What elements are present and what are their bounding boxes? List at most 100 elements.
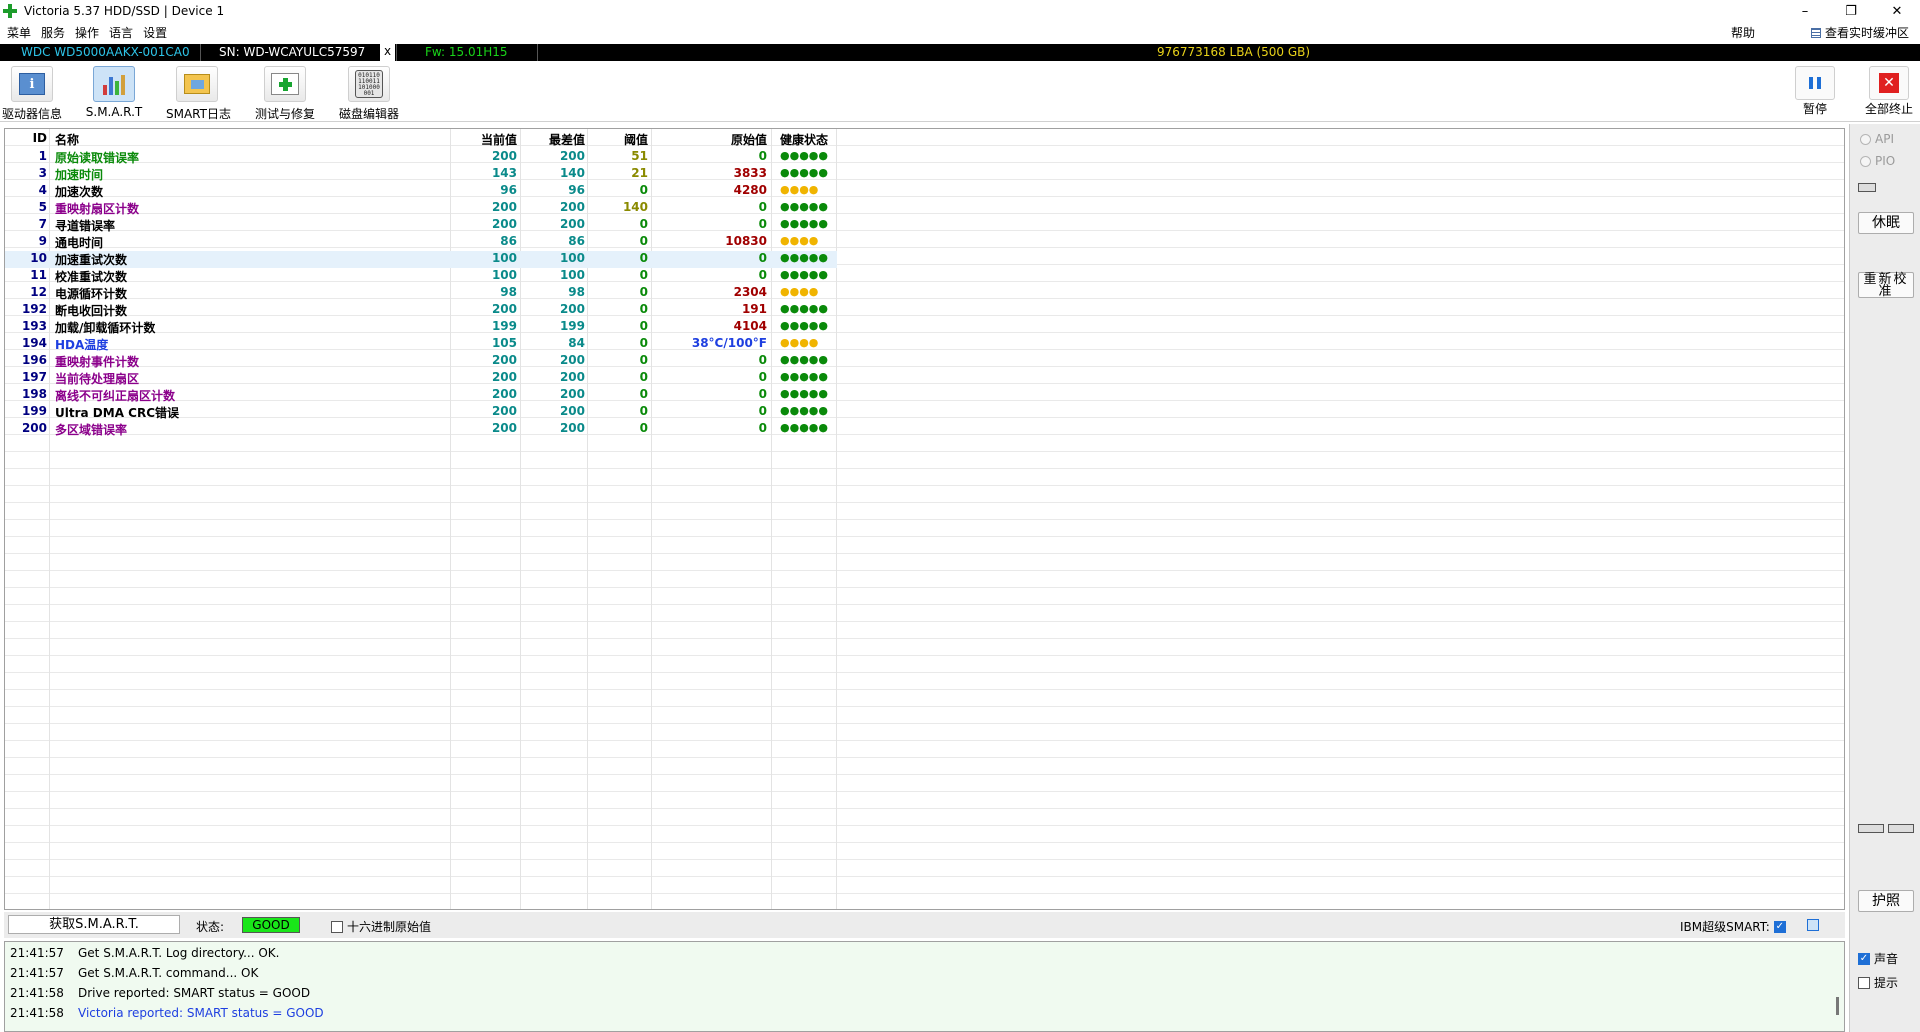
table-row[interactable]: 192 断电收回计数 200 200 0 191 ●●●●● bbox=[5, 302, 837, 319]
cell-id: 198 bbox=[21, 387, 47, 401]
hints-checkbox[interactable]: 提示 bbox=[1858, 974, 1898, 991]
small-panel-button[interactable] bbox=[1858, 183, 1876, 192]
cell-id: 192 bbox=[21, 302, 47, 316]
cell-id: 7 bbox=[38, 217, 47, 231]
header-id[interactable]: ID bbox=[11, 131, 47, 145]
cell-health: ●●●●● bbox=[780, 404, 828, 417]
api-radio[interactable]: API bbox=[1860, 132, 1894, 146]
table-header: ID 名称 当前值 最差值 阈值 原始值 健康状态 bbox=[5, 131, 837, 149]
cell-name: HDA温度 bbox=[55, 338, 109, 352]
log-time: 21:41:58 bbox=[10, 986, 64, 1000]
menu-language[interactable]: 语言 bbox=[104, 24, 138, 41]
menu-actions[interactable]: 操作 bbox=[70, 24, 104, 41]
stop-all-button[interactable]: ✕ 全部终止 bbox=[1862, 66, 1916, 117]
cell-current: 86 bbox=[500, 234, 517, 248]
disk-editor-label: 磁盘编辑器 bbox=[338, 107, 399, 121]
table-row[interactable]: 194 HDA温度 105 84 0 38°C/100°F ●●●● bbox=[5, 336, 837, 353]
cell-worst: 200 bbox=[559, 302, 585, 316]
radio-icon bbox=[1860, 133, 1871, 145]
minimize-button[interactable]: – bbox=[1782, 0, 1828, 22]
menu-service[interactable]: 服务 bbox=[36, 24, 70, 41]
cell-threshold: 140 bbox=[622, 200, 648, 214]
table-row[interactable]: 193 加载/卸载循环计数 199 199 0 4104 ●●●●● bbox=[5, 319, 837, 336]
cell-id: 5 bbox=[38, 200, 47, 214]
checkbox-checked-icon: ✓ bbox=[1773, 920, 1786, 933]
table-row[interactable]: 3 加速时间 143 140 21 3833 ●●●●● bbox=[5, 166, 837, 183]
cell-raw: 0 bbox=[758, 251, 767, 265]
table-row[interactable]: 11 校准重试次数 100 100 0 0 ●●●●● bbox=[5, 268, 837, 285]
device-close-button[interactable]: x bbox=[380, 44, 395, 61]
header-threshold[interactable]: 阈值 bbox=[588, 131, 648, 148]
table-row[interactable]: 200 多区域错误率 200 200 0 0 ●●●●● bbox=[5, 421, 837, 438]
smart-button[interactable]: S.M.A.R.T bbox=[84, 66, 144, 119]
menu-main[interactable]: 菜单 bbox=[2, 24, 36, 41]
header-raw[interactable]: 原始值 bbox=[653, 131, 767, 148]
smart-log-button[interactable]: SMART日志 bbox=[166, 66, 231, 122]
sleep-button[interactable]: 休眠 bbox=[1858, 212, 1914, 234]
hex-raw-checkbox[interactable]: 十六进制原始值 bbox=[331, 918, 431, 935]
table-row[interactable]: 197 当前待处理扇区 200 200 0 0 ●●●●● bbox=[5, 370, 837, 387]
header-name[interactable]: 名称 bbox=[55, 131, 79, 148]
ibm-options-button[interactable] bbox=[1807, 919, 1819, 931]
cell-health: ●●●●● bbox=[780, 251, 828, 264]
log-scrollbar[interactable] bbox=[1836, 997, 1839, 1015]
test-repair-label: 测试与修复 bbox=[254, 107, 315, 121]
menu-settings[interactable]: 设置 bbox=[138, 24, 172, 41]
menu-help[interactable]: 帮助 bbox=[1731, 24, 1755, 41]
test-repair-button[interactable]: 测试与修复 bbox=[254, 66, 316, 122]
cell-id: 193 bbox=[21, 319, 47, 333]
table-row[interactable]: 199 Ultra DMA CRC错误 200 200 0 0 ●●●●● bbox=[5, 404, 837, 421]
cell-id: 196 bbox=[21, 353, 47, 367]
cell-name: 重映射扇区计数 bbox=[55, 202, 140, 216]
table-row[interactable]: 198 离线不可纠正扇区计数 200 200 0 0 ●●●●● bbox=[5, 387, 837, 404]
log-line: 21:41:57 Get S.M.A.R.T. Log directory... … bbox=[10, 946, 279, 960]
maximize-button[interactable]: ❐ bbox=[1828, 0, 1874, 22]
cell-name: 离线不可纠正扇区计数 bbox=[55, 389, 176, 403]
passport-button[interactable]: 护照 bbox=[1858, 890, 1914, 912]
cell-id: 199 bbox=[21, 404, 47, 418]
api-label: API bbox=[1875, 132, 1894, 146]
cell-health: ●●●● bbox=[780, 336, 819, 349]
table-row[interactable]: 1 原始读取错误率 200 200 51 0 ●●●●● bbox=[5, 149, 837, 166]
smart-table[interactable]: ID 名称 当前值 最差值 阈值 原始值 健康状态 1 原始读取错误率 200 200… bbox=[4, 128, 1845, 910]
menu-bar: 菜单 服务 操作 语言 设置 bbox=[0, 22, 1920, 42]
device-model[interactable]: WDC WD5000AAKX-001CA0 bbox=[21, 45, 190, 59]
drive-info-button[interactable]: i 驱动器信息 bbox=[2, 66, 62, 122]
cell-current: 105 bbox=[491, 336, 517, 350]
disk-editor-button[interactable]: 010110 110011 101000 001 磁盘编辑器 bbox=[338, 66, 400, 122]
sound-checkbox[interactable]: ✓ 声音 bbox=[1858, 950, 1898, 967]
cell-name: 寻道错误率 bbox=[55, 219, 116, 233]
table-row[interactable]: 10 加速重试次数 100 100 0 0 ●●●●● bbox=[5, 251, 837, 268]
table-row[interactable]: 196 重映射事件计数 200 200 0 0 ●●●●● bbox=[5, 353, 837, 370]
status-badge: GOOD bbox=[242, 917, 300, 933]
cell-current: 199 bbox=[491, 319, 517, 333]
view-buffer-link[interactable]: 查看实时缓冲区 bbox=[1811, 24, 1909, 41]
close-window-button[interactable]: ✕ bbox=[1874, 0, 1920, 22]
cell-id: 10 bbox=[30, 251, 47, 265]
recalibrate-button[interactable]: 重新校准 bbox=[1858, 272, 1914, 298]
cell-worst: 200 bbox=[559, 353, 585, 367]
cell-raw: 0 bbox=[758, 404, 767, 418]
cell-current: 200 bbox=[491, 353, 517, 367]
pio-radio[interactable]: PIO bbox=[1860, 154, 1895, 168]
table-row[interactable]: 12 电源循环计数 98 98 0 2304 ●●●● bbox=[5, 285, 837, 302]
header-worst[interactable]: 最差值 bbox=[520, 131, 585, 148]
table-row[interactable]: 7 寻道错误率 200 200 0 0 ●●●●● bbox=[5, 217, 837, 234]
cell-raw: 191 bbox=[741, 302, 767, 316]
header-current[interactable]: 当前值 bbox=[453, 131, 517, 148]
ibm-smart-checkbox[interactable]: IBM超级SMART: ✓ bbox=[1680, 918, 1786, 935]
cell-threshold: 51 bbox=[631, 149, 648, 163]
checkbox-icon bbox=[331, 920, 343, 933]
table-row[interactable]: 5 重映射扇区计数 200 200 140 0 ●●●●● bbox=[5, 200, 837, 217]
small-left-button[interactable] bbox=[1858, 824, 1884, 833]
event-log[interactable]: 21:41:57 Get S.M.A.R.T. Log directory... … bbox=[4, 941, 1845, 1032]
cell-id: 12 bbox=[30, 285, 47, 299]
header-health[interactable]: 健康状态 bbox=[780, 131, 828, 148]
cell-worst: 200 bbox=[559, 370, 585, 384]
table-row[interactable]: 9 通电时间 86 86 0 10830 ●●●● bbox=[5, 234, 837, 251]
table-row[interactable]: 4 加速次数 96 96 0 4280 ●●●● bbox=[5, 183, 837, 200]
get-smart-button[interactable]: 获取S.M.A.R.T. bbox=[8, 915, 180, 934]
cell-health: ●●●● bbox=[780, 234, 819, 247]
pause-button[interactable]: 暂停 bbox=[1793, 66, 1837, 117]
small-right-button[interactable] bbox=[1888, 824, 1914, 833]
